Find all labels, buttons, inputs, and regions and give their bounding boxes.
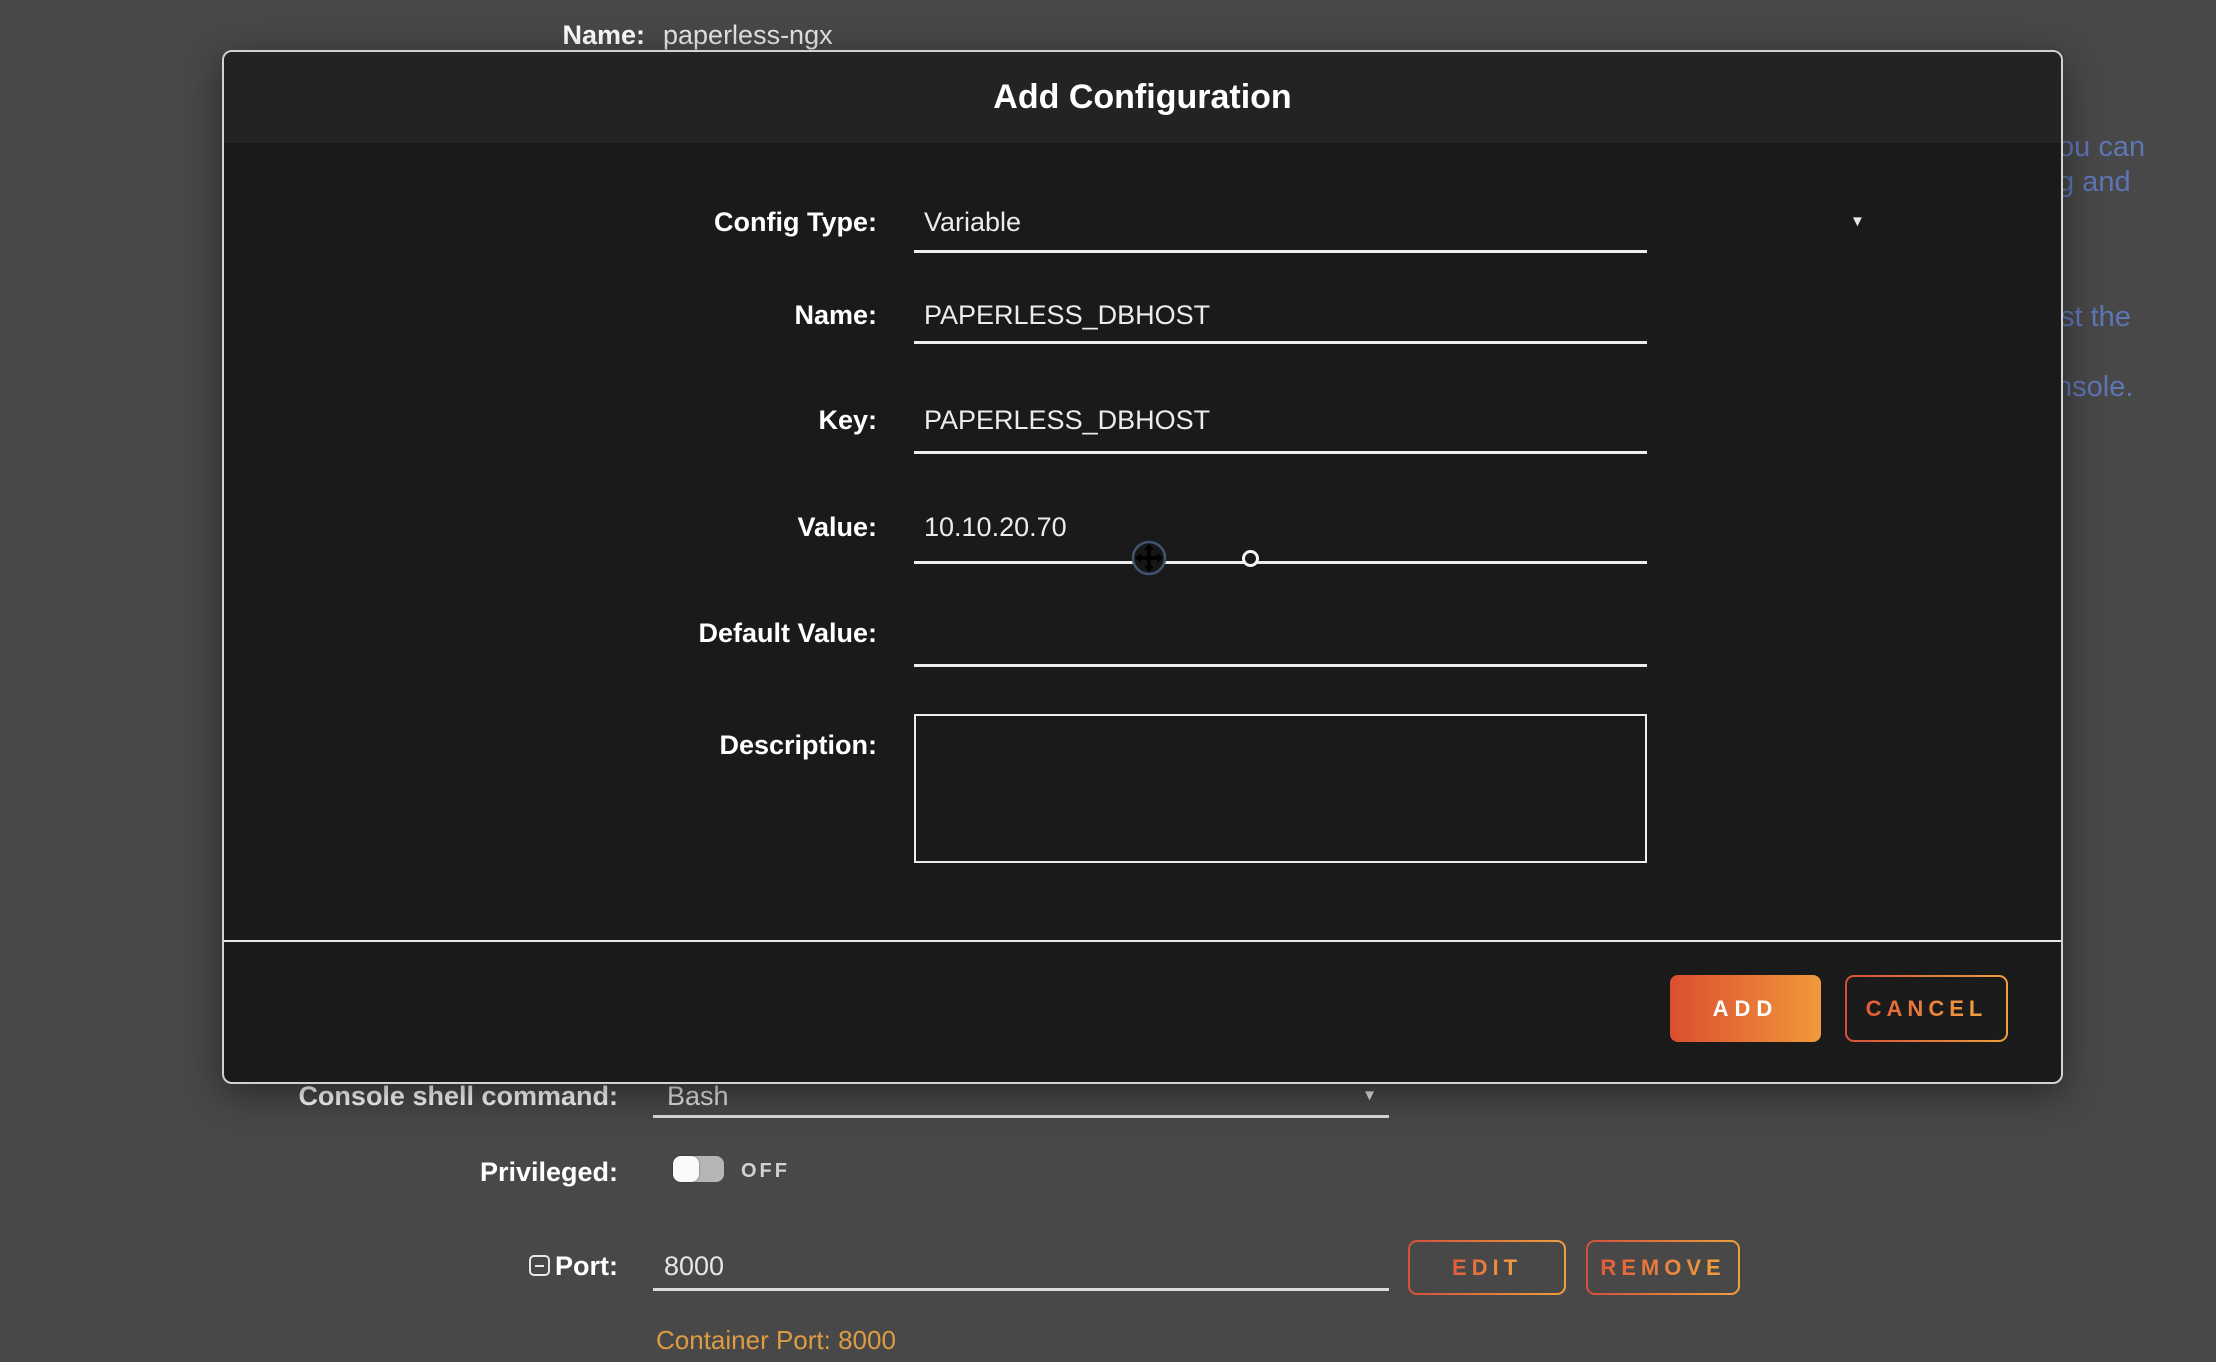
container-port-note: Container Port: 8000 [656, 1325, 896, 1356]
port-value: 8000 [664, 1251, 724, 1282]
help-text-fragment: nsole. [2056, 371, 2133, 404]
port-label: Port: [500, 1251, 618, 1282]
help-text-fragment: g and [2058, 166, 2131, 199]
config-type-value: Variable [924, 207, 1021, 237]
cancel-button-label: CANCEL [1866, 996, 1988, 1022]
console-shell-command-value: Bash [667, 1081, 729, 1112]
privileged-toggle[interactable] [673, 1156, 724, 1182]
pointer-circle-icon [1242, 550, 1259, 567]
move-cursor-icon [1130, 539, 1168, 577]
dialog-title: Add Configuration [993, 78, 1291, 117]
dialog-header: Add Configuration [224, 52, 2061, 143]
remove-button[interactable]: REMOVE [1586, 1240, 1740, 1295]
description-label: Description: [224, 730, 877, 761]
bg-name-label: Name: [400, 20, 645, 51]
add-configuration-dialog: Add Configuration Config Type: Variable … [222, 50, 2063, 1084]
bg-name-value: paperless-ngx [663, 20, 833, 51]
toggle-knob [673, 1156, 699, 1182]
console-shell-command-label: Console shell command: [220, 1081, 618, 1112]
name-label: Name: [224, 300, 877, 331]
cancel-button[interactable]: CANCEL [1845, 975, 2008, 1042]
footer-divider [224, 940, 2061, 942]
name-input[interactable] [914, 295, 1647, 335]
default-value-underline [914, 664, 1647, 667]
config-type-select[interactable]: Variable [924, 207, 1639, 238]
config-type-label: Config Type: [224, 207, 877, 238]
value-underline [914, 561, 1647, 564]
default-value-input[interactable] [914, 613, 1647, 653]
config-type-underline [914, 250, 1647, 253]
name-underline [914, 341, 1647, 344]
console-shell-command-select[interactable]: Bash ▼ [653, 1078, 1389, 1118]
value-label: Value: [224, 512, 877, 543]
privileged-state: OFF [741, 1160, 790, 1183]
remove-button-label: REMOVE [1600, 1255, 1725, 1281]
privileged-label: Privileged: [400, 1157, 618, 1188]
description-textarea[interactable] [914, 714, 1647, 863]
port-underline [653, 1288, 1389, 1291]
key-label: Key: [224, 405, 877, 436]
dropdown-arrow-icon: ▼ [1362, 1088, 1377, 1103]
edit-button-label: EDIT [1452, 1255, 1522, 1281]
key-input[interactable] [914, 400, 1647, 440]
add-button[interactable]: ADD [1670, 975, 1821, 1042]
edit-button[interactable]: EDIT [1408, 1240, 1566, 1295]
help-text-fragment: ou can [2058, 131, 2145, 164]
help-text-fragment: st the [2060, 301, 2131, 334]
value-input[interactable] [914, 507, 1647, 547]
key-underline [914, 451, 1647, 454]
default-value-label: Default Value: [224, 618, 877, 649]
dropdown-arrow-icon: ▼ [1850, 214, 1865, 229]
page: Name: paperless-ngx ou can g and st the … [0, 0, 2216, 1362]
console-select-underline [653, 1115, 1389, 1118]
